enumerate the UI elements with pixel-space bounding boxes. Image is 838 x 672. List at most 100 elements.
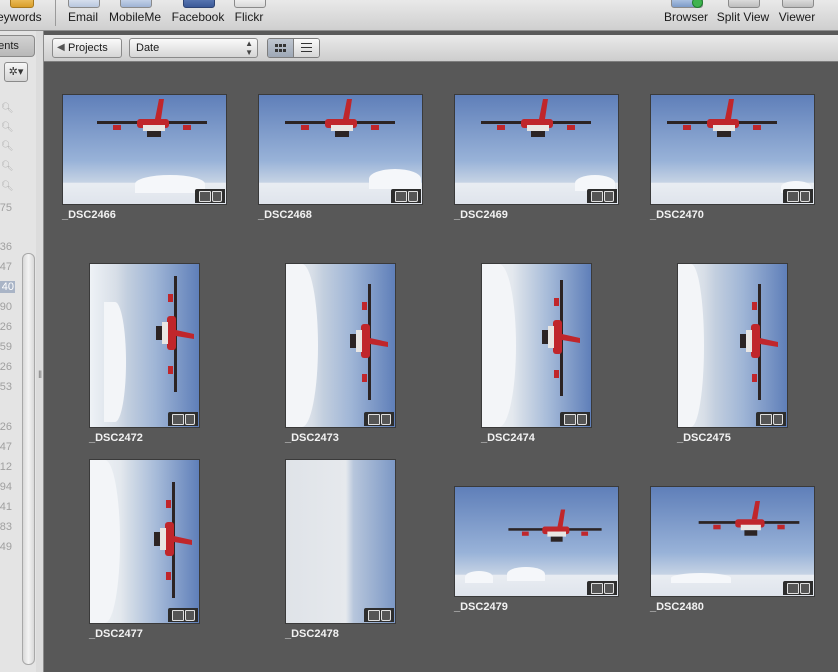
email-icon (68, 0, 100, 8)
photo-thumbnail[interactable] (285, 459, 396, 624)
aircraft-image (281, 97, 399, 147)
aircraft-image (695, 499, 803, 545)
trash-badge-icon (381, 610, 391, 621)
adjusted-badge-icon (787, 583, 799, 594)
ice-image (507, 567, 545, 581)
search-icon: 🔍︎ (1, 103, 14, 114)
email-button[interactable]: Email (64, 0, 102, 30)
sidebar-count: 26 (0, 361, 12, 373)
photo-name: _DSC2470 (650, 209, 704, 221)
keywords-button[interactable]: eywords (0, 0, 46, 30)
sidebar-count: 90 (0, 301, 12, 313)
photo-name: _DSC2478 (285, 628, 339, 640)
sidebar-count: 41 (0, 501, 12, 513)
main-toolbar: eywords Email MobileMe Facebook Flickr B… (0, 0, 838, 31)
photo-badge (783, 189, 813, 203)
sidebar-action-gear-button[interactable]: ✲▾ (4, 62, 28, 82)
view-mode-segmented-control (267, 38, 320, 58)
photo-thumbnail[interactable] (62, 94, 227, 205)
sort-select-value: Date (136, 42, 160, 54)
library-sidebar: nents ✲▾ 🔍︎ 🔍︎ 🔍︎ 🔍︎ 🔍︎ 75 36 47 40 90 2… (0, 31, 37, 672)
photo-thumbnail[interactable] (454, 486, 619, 597)
photo-badge (756, 412, 786, 426)
adjusted-badge-icon (564, 414, 576, 425)
ice-image (671, 573, 731, 583)
flickr-label: Flickr (234, 10, 264, 24)
photo-thumbnail[interactable] (258, 94, 423, 205)
aircraft-image (152, 480, 196, 600)
adjusted-badge-icon (591, 191, 603, 202)
split-view-button[interactable]: Split View (714, 0, 772, 30)
photo-name: _DSC2479 (454, 601, 508, 613)
facebook-label: Facebook (171, 10, 225, 24)
photo-badge (364, 412, 394, 426)
photo-thumbnail[interactable] (650, 486, 815, 597)
ice-image (369, 169, 421, 189)
trash-badge-icon (212, 191, 222, 202)
grid-view-button[interactable] (268, 39, 294, 57)
sidebar-count: 49 (0, 541, 12, 553)
browser-label: Browser (663, 10, 708, 24)
flickr-button[interactable]: Flickr (230, 0, 268, 30)
mobileme-button[interactable]: MobileMe (107, 0, 163, 30)
browser-toolbar: ◀ Projects Date ▲ ▼ (44, 35, 838, 62)
adjusted-badge-icon (172, 414, 184, 425)
sidebar-count: 83 (0, 521, 12, 533)
aircraft-image (477, 97, 595, 147)
sidebar-count: 59 (0, 341, 12, 353)
sidebar-count: 53 (0, 381, 12, 393)
sidebar-count: 94 (0, 481, 12, 493)
resize-handle-icon: ‖ (38, 370, 43, 381)
trash-badge-icon (800, 583, 810, 594)
sort-by-select[interactable]: Date ▲ ▼ (129, 38, 258, 58)
sidebar-count: 47 (0, 261, 12, 273)
photo-thumbnail[interactable] (481, 263, 592, 428)
sidebar-scrollbar[interactable] (22, 253, 35, 665)
keywords-label: eywords (0, 10, 42, 24)
photo-thumbnail[interactable] (89, 459, 200, 624)
photo-thumbnail[interactable] (89, 263, 200, 428)
facebook-button[interactable]: Facebook (170, 0, 226, 30)
viewer-button[interactable]: Viewer (776, 0, 818, 30)
aircraft-image (348, 282, 392, 402)
sidebar-count-selected[interactable]: 40 (0, 281, 15, 293)
sidebar-tab-components[interactable]: nents (0, 35, 35, 57)
photo-thumbnail[interactable] (285, 263, 396, 428)
photo-thumbnail[interactable] (454, 94, 619, 205)
adjusted-badge-icon (760, 414, 772, 425)
list-icon (301, 43, 312, 52)
sidebar-count: 75 (0, 202, 12, 214)
split-divider[interactable]: ‖ (36, 31, 44, 672)
photo-badge (783, 581, 813, 595)
keywords-icon (10, 0, 34, 8)
grid-icon (275, 44, 286, 52)
adjusted-badge-icon (591, 583, 603, 594)
aircraft-image (663, 97, 781, 147)
aircraft-image (540, 278, 584, 398)
trash-badge-icon (577, 414, 587, 425)
photo-badge (168, 608, 198, 622)
sidebar-count: 47 (0, 441, 12, 453)
ice-image (104, 302, 126, 422)
projects-back-button[interactable]: ◀ Projects (52, 38, 122, 58)
email-label: Email (67, 10, 98, 24)
photo-badge (364, 608, 394, 622)
sidebar-count: 36 (0, 241, 12, 253)
photo-badge (168, 412, 198, 426)
adjusted-badge-icon (199, 191, 211, 202)
photo-badge (587, 581, 617, 595)
photo-thumbnail[interactable] (677, 263, 788, 428)
photo-name: _DSC2474 (481, 432, 535, 444)
trash-badge-icon (185, 610, 195, 621)
chevron-left-icon: ◀ (57, 42, 65, 53)
aircraft-image (93, 97, 211, 147)
trash-badge-icon (408, 191, 418, 202)
list-view-button[interactable] (294, 39, 319, 57)
search-icon: 🔍︎ (1, 141, 14, 152)
mobileme-icon (120, 0, 152, 8)
facebook-icon (183, 0, 215, 8)
photo-badge (391, 189, 421, 203)
browser-button[interactable]: Browser (660, 0, 712, 30)
photo-thumbnail[interactable] (650, 94, 815, 205)
trash-badge-icon (381, 414, 391, 425)
